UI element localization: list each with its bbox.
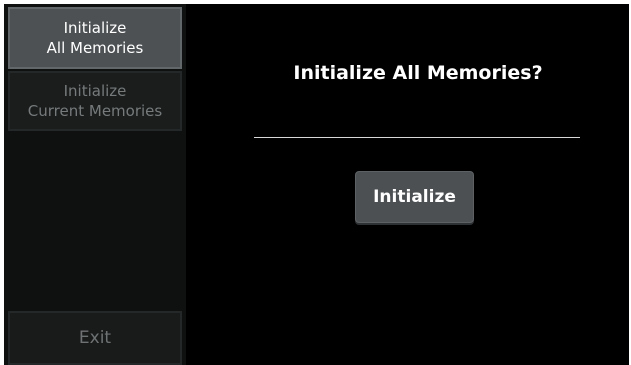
dialog-title: Initialize All Memories? [293,62,543,84]
dialog-screen: Initialize All Memories Initialize Curre… [4,4,629,365]
divider [254,137,580,138]
sidebar: Initialize All Memories Initialize Curre… [4,4,186,365]
sidebar-item-label-line1: Initialize [63,19,127,37]
sidebar-item-initialize-all-memories[interactable]: Initialize All Memories [8,7,182,69]
sidebar-item-label-line2: Current Memories [27,102,163,120]
sidebar-item-label-line1: Initialize [63,82,127,100]
exit-button[interactable]: Exit [8,311,182,365]
initialize-button-label: Initialize [373,187,456,207]
sidebar-item-initialize-current-memories[interactable]: Initialize Current Memories [8,71,182,131]
exit-label: Exit [78,328,112,348]
sidebar-item-label-line2: All Memories [46,39,144,57]
main-panel: Initialize All Memories? Initialize [186,4,629,365]
initialize-button[interactable]: Initialize [355,171,474,223]
